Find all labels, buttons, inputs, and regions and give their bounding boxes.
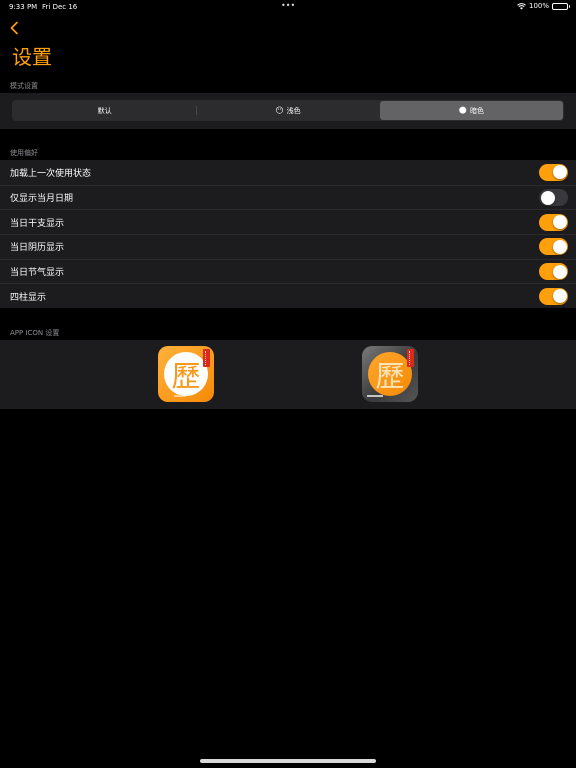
calendar-glyph-icon: 歷: [171, 359, 201, 393]
light-face-icon: 😶: [275, 106, 284, 115]
battery-icon: [552, 2, 570, 10]
row-label: 当日干支显示: [10, 218, 65, 229]
toggle-current-month-only[interactable]: [539, 189, 568, 207]
toggle-solar-term[interactable]: [539, 263, 568, 281]
multitasking-dots-icon[interactable]: •••: [281, 1, 295, 10]
pref-row-four-pillars: 四柱显示: [0, 283, 576, 308]
pref-row-load-last-state: 加载上一次使用状态: [0, 160, 576, 185]
icon-circle: 歷: [164, 352, 208, 396]
chevron-left-icon: [10, 21, 18, 35]
status-time: 9:33 PM: [9, 3, 38, 11]
brush-mark-icon: [367, 395, 383, 397]
segment-default[interactable]: 默认: [13, 101, 196, 120]
calendar-glyph-icon: 歷: [375, 359, 405, 393]
red-seal-icon: [407, 349, 414, 367]
settings-screen: 9:33 PM Fri Dec 16 ••• 100% 设置 模式设置 默认 😶…: [0, 0, 576, 768]
dark-moon-icon: 🌑: [458, 106, 467, 115]
back-button[interactable]: [9, 20, 23, 36]
status-bar: 9:33 PM Fri Dec 16 ••• 100%: [0, 0, 576, 14]
mode-panel: 默认 😶 浅色 🌑 暗色: [0, 93, 576, 129]
mode-segmented-control: 默认 😶 浅色 🌑 暗色: [12, 100, 564, 121]
pref-row-ganzhi: 当日干支显示: [0, 209, 576, 234]
home-indicator[interactable]: [200, 759, 376, 763]
pref-row-solar-term: 当日节气显示: [0, 258, 576, 284]
page-title: 设置: [12, 45, 52, 69]
red-seal-icon: [203, 349, 210, 367]
app-icon-dark-option[interactable]: 歷: [362, 346, 418, 402]
pref-row-lunar: 当日阴历显示: [0, 234, 576, 259]
toggle-four-pillars[interactable]: [539, 287, 568, 305]
wifi-icon: [517, 2, 526, 10]
row-label: 当日节气显示: [10, 268, 65, 279]
brush-mark-icon: [174, 395, 186, 397]
segment-label: 暗色: [469, 106, 484, 115]
icon-circle: 歷: [368, 352, 412, 396]
toggle-lunar[interactable]: [539, 238, 568, 256]
section-header-mode: 模式设置: [10, 82, 38, 90]
toggle-load-last-state[interactable]: [539, 163, 568, 181]
row-label: 仅显示当月日期: [10, 194, 74, 205]
row-label: 当日阴历显示: [10, 243, 65, 254]
section-header-prefs: 使用偏好: [10, 149, 38, 157]
segment-dark[interactable]: 🌑 暗色: [379, 101, 563, 120]
prefs-list: 加载上一次使用状态 仅显示当月日期 当日干支显示 当日阴历显示 当日节气显示 四…: [0, 160, 576, 309]
app-icon-panel: 歷 歷: [0, 340, 576, 409]
pref-row-current-month-only: 仅显示当月日期: [0, 184, 576, 210]
status-date: Fri Dec 16: [42, 3, 78, 11]
battery-percent: 100%: [528, 2, 549, 10]
status-right: 100%: [517, 2, 570, 10]
segment-light[interactable]: 😶 浅色: [196, 101, 379, 120]
row-label: 加载上一次使用状态: [10, 168, 92, 179]
row-label: 四柱显示: [10, 292, 47, 303]
segment-label: 浅色: [286, 106, 301, 115]
toggle-ganzhi[interactable]: [539, 213, 568, 231]
app-icon-light-option[interactable]: 歷: [158, 346, 214, 402]
segment-label: 默认: [97, 106, 112, 115]
section-header-app-icon: APP ICON 设置: [10, 329, 60, 337]
